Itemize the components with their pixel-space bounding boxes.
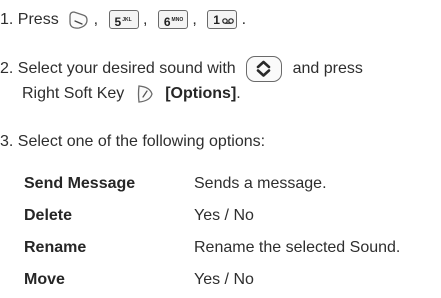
step-2-line-2-text: Right Soft Key: [22, 85, 125, 102]
step-2-text: 2. Select your desired sound with: [0, 60, 236, 78]
key-6-icon: 6MNO: [157, 10, 188, 30]
step-3: 3. Select one of the following options:: [0, 130, 265, 154]
step-1-end: .: [241, 11, 247, 28]
option-name: Delete: [24, 207, 73, 224]
step-1-text: 1. Press: [0, 11, 59, 28]
options-label: [Options]: [165, 85, 237, 102]
step-1-sep: ,: [192, 11, 197, 28]
option-desc: Yes / No: [194, 207, 254, 224]
navigation-key-icon: [246, 56, 283, 82]
key-5-digit: 5: [114, 15, 122, 30]
step-1-sep: ,: [93, 11, 99, 28]
step-2-end: .: [236, 85, 241, 102]
step-1-sep: ,: [142, 11, 148, 28]
step-2-tail: and press: [292, 60, 363, 78]
option-desc: Yes / No: [194, 271, 254, 288]
step-2-line-1: 2. Select your desired sound with and pr…: [0, 56, 363, 82]
end-key-icon: [67, 9, 89, 31]
step-3-text: 3. Select one of the following options:: [0, 133, 266, 150]
key-5-letters: JKL: [122, 17, 132, 24]
step-2-line-2: Right Soft Key [Options].: [0, 82, 241, 106]
key-6-letters: MNO: [171, 17, 184, 24]
option-name: Move: [24, 271, 65, 288]
key-1-digit: 1: [213, 13, 220, 28]
key-5-icon: 5JKL: [108, 10, 139, 30]
key-6-digit: 6: [163, 15, 171, 30]
option-name: Rename: [24, 239, 87, 256]
voicemail-icon: [222, 18, 235, 25]
right-soft-key-icon: [135, 83, 155, 105]
key-1-icon: 1: [207, 10, 238, 30]
option-desc: Rename the selected Sound.: [194, 239, 401, 256]
step-1: 1. Press , 5JKL , 6MNO , 1 .: [0, 8, 246, 32]
option-desc: Sends a message.: [194, 175, 327, 192]
option-name: Send Message: [24, 175, 136, 192]
